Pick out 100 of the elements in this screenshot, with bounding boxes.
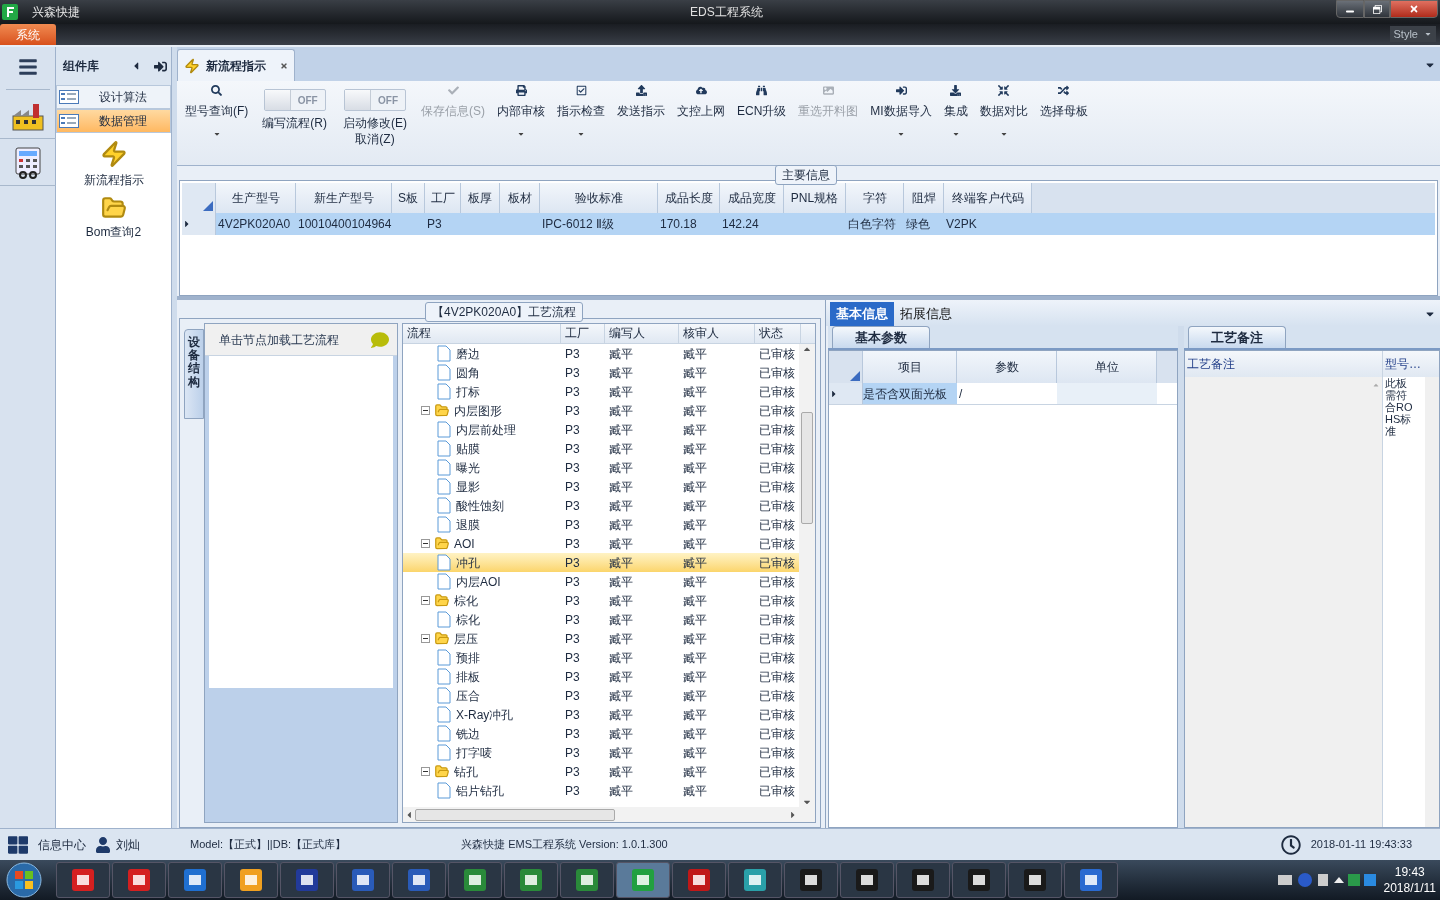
close-icon[interactable] bbox=[280, 61, 288, 70]
table-cell-text: 臧平 bbox=[608, 516, 634, 534]
column-header[interactable]: 阻焊 bbox=[904, 183, 944, 213]
toolbar-button[interactable]: 文控上网 bbox=[671, 81, 731, 120]
table-cell-text: 已审核 bbox=[758, 782, 796, 800]
toolbar-button[interactable]: MI数据导入 bbox=[864, 81, 938, 138]
column-header[interactable]: 流程 bbox=[403, 324, 561, 343]
close-button[interactable] bbox=[1390, 0, 1438, 18]
column-header[interactable]: 单位 bbox=[1057, 351, 1157, 383]
side-tab[interactable]: 设备结构 bbox=[184, 329, 204, 419]
row-pointer-icon bbox=[184, 219, 190, 229]
restore-button[interactable] bbox=[1364, 0, 1390, 18]
column-header[interactable]: 字符 bbox=[846, 183, 904, 213]
column-header[interactable]: 成品宽度 bbox=[720, 183, 784, 213]
pin-icon[interactable] bbox=[154, 59, 167, 73]
toolbar-button[interactable]: 内部审核 bbox=[491, 81, 551, 138]
window-icon[interactable] bbox=[909, 866, 937, 894]
detail-tab[interactable]: 基本信息 bbox=[830, 302, 894, 326]
document-tab[interactable]: 新流程指示 bbox=[177, 49, 295, 81]
column-header[interactable]: 成品长度 bbox=[658, 183, 720, 213]
component-item[interactable]: 设计算法 bbox=[56, 85, 171, 109]
window-icon[interactable] bbox=[797, 866, 825, 894]
column-header[interactable]: PNL规格 bbox=[784, 183, 846, 213]
table-cell-text: 已审核 bbox=[758, 687, 796, 705]
toolbar-button[interactable]: 数据对比 bbox=[973, 81, 1034, 138]
collapse-icon[interactable] bbox=[421, 596, 430, 605]
collapse-left-icon[interactable] bbox=[132, 60, 140, 72]
table-cell-text: 已审核 bbox=[758, 535, 796, 553]
column-header[interactable]: 验收标准 bbox=[540, 183, 658, 213]
app-icon[interactable] bbox=[69, 866, 97, 894]
sort-corner-icon bbox=[850, 371, 860, 381]
table-cell-text: 臧平 bbox=[682, 459, 708, 477]
column-header[interactable]: 新生产型号 bbox=[296, 183, 392, 213]
panel-tab[interactable]: 工艺备注 bbox=[1188, 326, 1286, 348]
toolbar-button[interactable]: 型号查询(F) bbox=[179, 81, 255, 138]
table-cell-text: 臧平 bbox=[608, 782, 634, 800]
grid-icon[interactable] bbox=[8, 834, 28, 855]
horizontal-scrollbar[interactable] bbox=[403, 807, 815, 822]
toolbar-button[interactable]: 发送指示 bbox=[611, 81, 671, 120]
column-header[interactable]: 项目 bbox=[863, 351, 957, 383]
column-header[interactable]: 状态 bbox=[755, 324, 801, 343]
detail-tab[interactable]: 拓展信息 bbox=[894, 302, 958, 326]
column-header[interactable]: 参数 bbox=[957, 351, 1057, 383]
menu-icon[interactable] bbox=[16, 57, 39, 77]
compress-icon bbox=[998, 85, 1010, 96]
toolbar-button[interactable]: 集成 bbox=[937, 81, 974, 138]
version-info: 兴森快捷 EMS工程系统 Version: 1.0.1.300 bbox=[461, 837, 668, 853]
collapse-icon[interactable] bbox=[421, 406, 430, 415]
tray-icons-drawing[interactable] bbox=[1277, 871, 1378, 889]
app-icon[interactable] bbox=[125, 866, 153, 894]
column-header[interactable]: 板材 bbox=[500, 183, 540, 213]
scroll-left-icon[interactable] bbox=[405, 809, 413, 820]
column-header[interactable]: 核审人 bbox=[679, 324, 755, 343]
lightning-icon[interactable] bbox=[99, 139, 128, 169]
window-icon[interactable] bbox=[1021, 866, 1049, 894]
vertical-scrollbar[interactable] bbox=[799, 344, 815, 807]
column-header[interactable]: 工厂 bbox=[561, 324, 605, 343]
table-cell-text: P3 bbox=[564, 497, 581, 515]
tree-node-label: 曝光 bbox=[456, 459, 480, 477]
component-item[interactable]: 数据管理 bbox=[56, 109, 171, 133]
style-menu[interactable]: Style bbox=[1389, 25, 1436, 42]
column-header[interactable]: 板厚 bbox=[461, 183, 500, 213]
toolbar-button[interactable]: 指示检查 bbox=[551, 81, 611, 138]
calculator-icon[interactable] bbox=[13, 147, 42, 179]
column-header[interactable]: 型号… bbox=[1383, 351, 1439, 377]
table-cell-text: 已审核 bbox=[758, 554, 796, 572]
table-cell-text: P3 bbox=[564, 459, 581, 477]
scrollbar-thumb[interactable] bbox=[415, 808, 615, 821]
column-header[interactable]: S板 bbox=[392, 183, 425, 213]
window-icon[interactable] bbox=[853, 866, 881, 894]
toolbar-button[interactable]: 选择母板 bbox=[1033, 81, 1094, 120]
table-cell-text: 臧平 bbox=[682, 554, 708, 572]
info-center-link[interactable]: 信息中心 bbox=[38, 835, 86, 854]
start-button[interactable] bbox=[4, 861, 44, 899]
column-header[interactable]: 终端客户代码 bbox=[944, 183, 1032, 213]
scroll-right-icon[interactable] bbox=[789, 809, 797, 820]
tree-node-label: 内层AOI bbox=[456, 573, 501, 591]
table-cell-text: P3 bbox=[426, 216, 443, 233]
column-header[interactable]: 工厂 bbox=[425, 183, 461, 213]
minimize-button[interactable] bbox=[1336, 0, 1364, 18]
scrollbar-thumb[interactable] bbox=[801, 412, 813, 524]
panel-tab[interactable]: 基本参数 bbox=[832, 326, 930, 348]
tree-row[interactable]: 冲孔 P3 臧平 臧平 已审核 bbox=[403, 553, 799, 572]
vertical-scrollbar[interactable] bbox=[1425, 377, 1439, 827]
table-cell-text: 臧平 bbox=[682, 573, 708, 591]
collapse-icon[interactable] bbox=[421, 634, 430, 643]
column-header[interactable]: 编写人 bbox=[605, 324, 679, 343]
table-cell-text: 已审核 bbox=[758, 725, 796, 743]
tool-label[interactable]: Bom查询2 bbox=[85, 223, 142, 241]
collapse-icon[interactable] bbox=[421, 539, 430, 548]
toolbar-button[interactable]: ECN升级 bbox=[731, 81, 793, 120]
table-cell-text: 已审核 bbox=[758, 706, 796, 724]
group-title: 【4V2PK020A0】工艺流程 bbox=[425, 302, 584, 322]
table-row[interactable]: 4V2PK020A0 10010400104964 P3 IPC-6012 Ⅱ级 170.18 142.24 白色字符 绿色 V2PK bbox=[182, 213, 1435, 235]
tool-label[interactable]: 新流程指示 bbox=[83, 171, 144, 189]
table-cell-text: 已审核 bbox=[758, 478, 796, 496]
collapse-icon[interactable] bbox=[421, 767, 430, 776]
window-icon[interactable] bbox=[965, 866, 993, 894]
folder-icon bbox=[434, 764, 450, 779]
column-header[interactable]: 生产型号 bbox=[216, 183, 296, 213]
